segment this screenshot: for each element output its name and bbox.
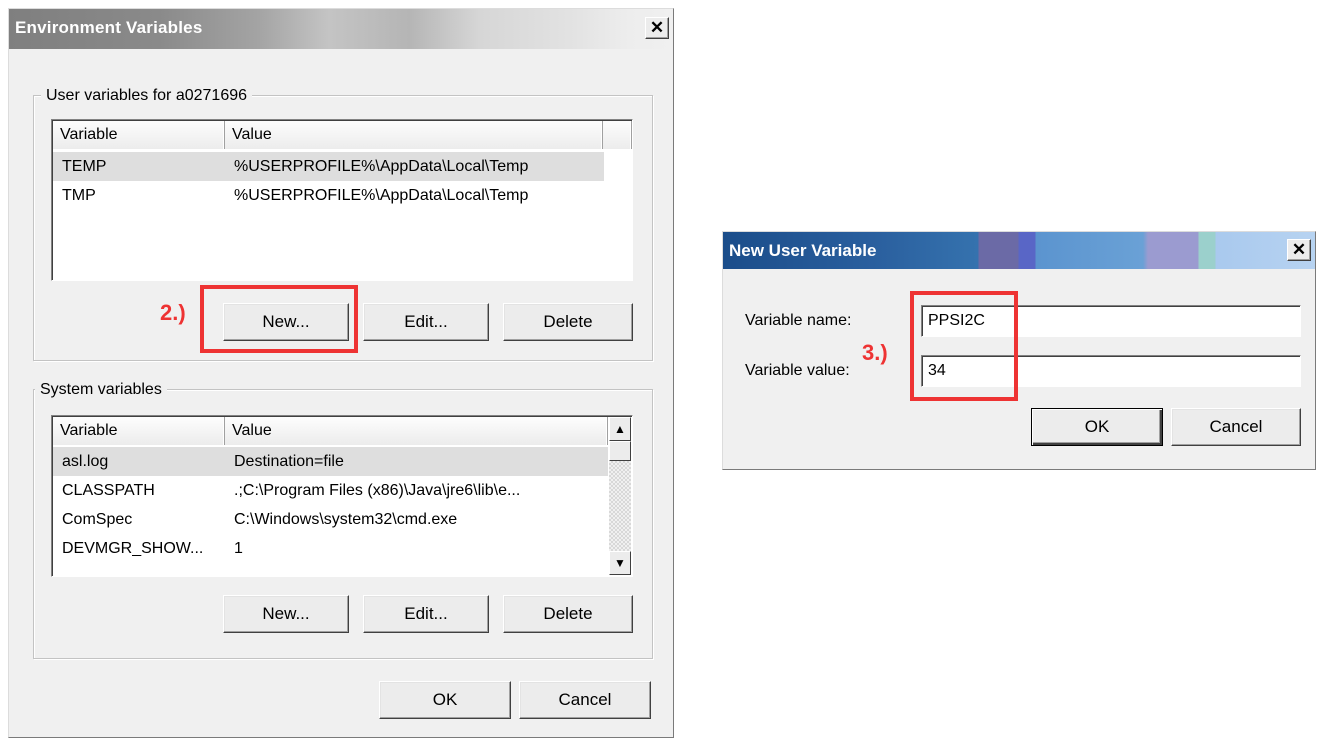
system-new-button[interactable]: New...	[223, 595, 349, 633]
env-dialog-title: Environment Variables	[15, 18, 203, 37]
cell-value: .;C:\Program Files (x86)\Java\jre6\lib\e…	[234, 482, 521, 499]
new-cancel-button[interactable]: Cancel	[1171, 408, 1301, 446]
scroll-down-button[interactable]: ▼	[609, 551, 631, 575]
system-variables-legend: System variables	[35, 381, 167, 399]
new-user-variable-dialog: New User Variable ✕ Variable name: PPSI2…	[722, 231, 1316, 470]
env-dialog-titlebar[interactable]: Environment Variables ✕	[9, 9, 673, 49]
table-row[interactable]: TMP %USERPROFILE%\AppData\Local\Temp	[53, 181, 604, 210]
table-row[interactable]: CLASSPATH .;C:\Program Files (x86)\Java\…	[53, 476, 608, 505]
env-dialog-close-button[interactable]: ✕	[645, 17, 669, 39]
cell-value: %USERPROFILE%\AppData\Local\Temp	[234, 158, 529, 175]
user-col-filler	[603, 121, 632, 149]
env-ok-button[interactable]: OK	[379, 681, 511, 719]
cell-variable: TMP	[62, 187, 96, 204]
user-delete-button[interactable]: Delete	[503, 303, 633, 341]
scroll-up-button[interactable]: ▲	[609, 417, 631, 441]
step-2-highlight	[200, 285, 358, 353]
system-col-variable[interactable]: Variable	[53, 417, 225, 445]
scroll-down-icon: ▼	[614, 556, 626, 570]
system-variables-list[interactable]: Variable Value asl.log Destination=file …	[51, 415, 633, 577]
close-icon: ✕	[649, 18, 665, 37]
table-row[interactable]: ComSpec C:\Windows\system32\cmd.exe	[53, 505, 608, 534]
new-dialog-titlebar[interactable]: New User Variable ✕	[723, 232, 1315, 269]
system-list-scrollbar[interactable]: ▲ ▼	[609, 417, 631, 575]
cell-value: Destination=file	[234, 453, 344, 470]
table-row[interactable]: TEMP %USERPROFILE%\AppData\Local\Temp	[53, 152, 604, 181]
step-3-annotation: 3.)	[862, 340, 888, 365]
variable-name-label: Variable name:	[745, 312, 852, 329]
cell-variable: ComSpec	[62, 511, 133, 528]
table-row[interactable]: DEVMGR_SHOW... 1	[53, 534, 608, 563]
environment-variables-dialog: Environment Variables ✕ User variables f…	[8, 8, 674, 738]
cell-value: 1	[234, 540, 243, 557]
system-edit-button[interactable]: Edit...	[363, 595, 489, 633]
user-col-value[interactable]: Value	[225, 121, 603, 149]
cell-variable: DEVMGR_SHOW...	[62, 540, 204, 557]
new-ok-button[interactable]: OK	[1031, 408, 1163, 446]
user-edit-button[interactable]: Edit...	[363, 303, 489, 341]
system-col-value[interactable]: Value	[225, 417, 608, 445]
cell-variable: TEMP	[62, 158, 107, 175]
cell-variable: CLASSPATH	[62, 482, 155, 499]
step-2-annotation: 2.)	[160, 300, 186, 325]
scroll-up-icon: ▲	[614, 422, 626, 436]
cell-value: C:\Windows\system32\cmd.exe	[234, 511, 458, 528]
variable-value-label: Variable value:	[745, 362, 850, 379]
cell-value: %USERPROFILE%\AppData\Local\Temp	[234, 187, 529, 204]
close-icon: ✕	[1291, 240, 1307, 259]
system-list-header: Variable Value	[53, 417, 608, 445]
cell-variable: asl.log	[62, 453, 109, 470]
user-list-header: Variable Value	[53, 121, 632, 149]
user-variables-list[interactable]: Variable Value TEMP %USERPROFILE%\AppDat…	[51, 119, 633, 281]
system-delete-button[interactable]: Delete	[503, 595, 633, 633]
env-cancel-button[interactable]: Cancel	[519, 681, 651, 719]
table-row[interactable]: asl.log Destination=file	[53, 447, 608, 476]
user-variables-legend: User variables for a0271696	[41, 87, 253, 105]
step-3-highlight	[910, 291, 1018, 401]
scroll-thumb[interactable]	[609, 441, 631, 461]
user-col-variable[interactable]: Variable	[53, 121, 225, 149]
new-dialog-close-button[interactable]: ✕	[1287, 239, 1311, 261]
new-dialog-title: New User Variable	[729, 241, 877, 260]
